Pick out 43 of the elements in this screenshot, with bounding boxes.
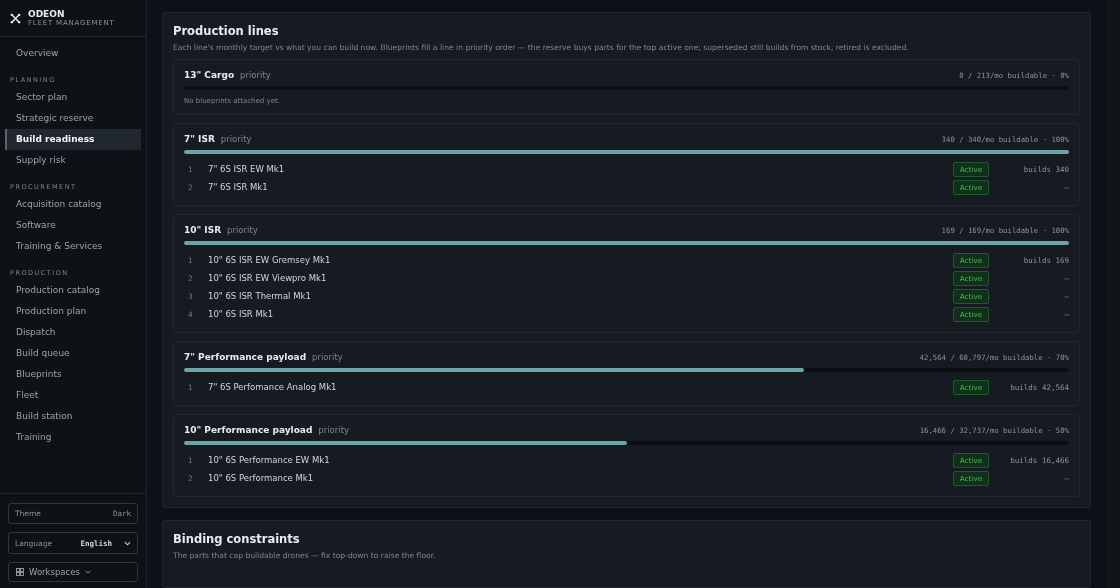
nav-item[interactable]: Build queue [5,343,141,364]
chevron-icon [84,570,91,574]
nav-item[interactable]: Acquisition catalog [5,194,141,215]
line-name: 10" Performance payload [184,425,313,435]
nav-item[interactable]: Production catalog [5,280,141,301]
blueprint-name: 7" 6S Perfomance Analog Mk1 [208,382,337,392]
priority-label: priority [318,425,349,435]
blueprint-name: 10" 6S ISR EW Gremsey Mk1 [208,255,331,265]
workspaces-button[interactable]: Workspaces [8,562,138,582]
priority-label: priority [240,70,271,80]
blueprint-name: 10" 6S ISR Mk1 [208,309,274,319]
blueprint-name: 10" 6S ISR Thermal Mk1 [208,291,311,301]
blueprint-name: 7" 6S ISR Mk1 [208,182,268,192]
logo-icon [10,12,21,24]
nav-item[interactable]: Training [5,427,141,448]
nav-item[interactable]: Training & Services [5,236,141,257]
line-name: 10" ISR [184,225,222,235]
priority-label: priority [227,225,258,235]
nav-item[interactable]: Fleet [5,385,141,406]
nav-item[interactable]: Dispatch [5,322,141,343]
line-name: 13" Cargo [184,70,235,80]
panel-title: Production lines [173,24,280,38]
nav-item[interactable]: Strategic reserve [5,108,141,129]
grid-icon [16,568,24,576]
line-name: 7" ISR [184,134,215,144]
blueprint-name: 10" 6S Performance EW Mk1 [208,455,330,465]
nav-item[interactable]: Supply risk [5,150,141,171]
priority-label: priority [220,134,252,144]
nav-item[interactable]: Production plan [5,301,141,322]
panel-title: Binding constraints [173,532,301,546]
blueprint-name: 10" 6S Performance Mk1 [208,473,314,483]
nav-item[interactable]: Overview [5,43,141,64]
blueprint-name: 7" 6S ISR EW Mk1 [208,164,285,174]
nav-item[interactable]: Build readiness [5,129,141,150]
nav-item[interactable]: Software [5,215,141,236]
nav-item[interactable]: Blueprints [5,364,141,385]
priority-label: priority [312,352,343,362]
nav-item[interactable]: Sector plan [5,87,141,108]
nav-item[interactable]: Build station [5,406,141,427]
line-name: 7" Performance payload [184,352,307,362]
blueprint-name: 10" 6S ISR EW Viewpro Mk1 [208,273,327,283]
brand-name: ODEON [28,8,66,19]
chevron-icon [124,540,131,546]
